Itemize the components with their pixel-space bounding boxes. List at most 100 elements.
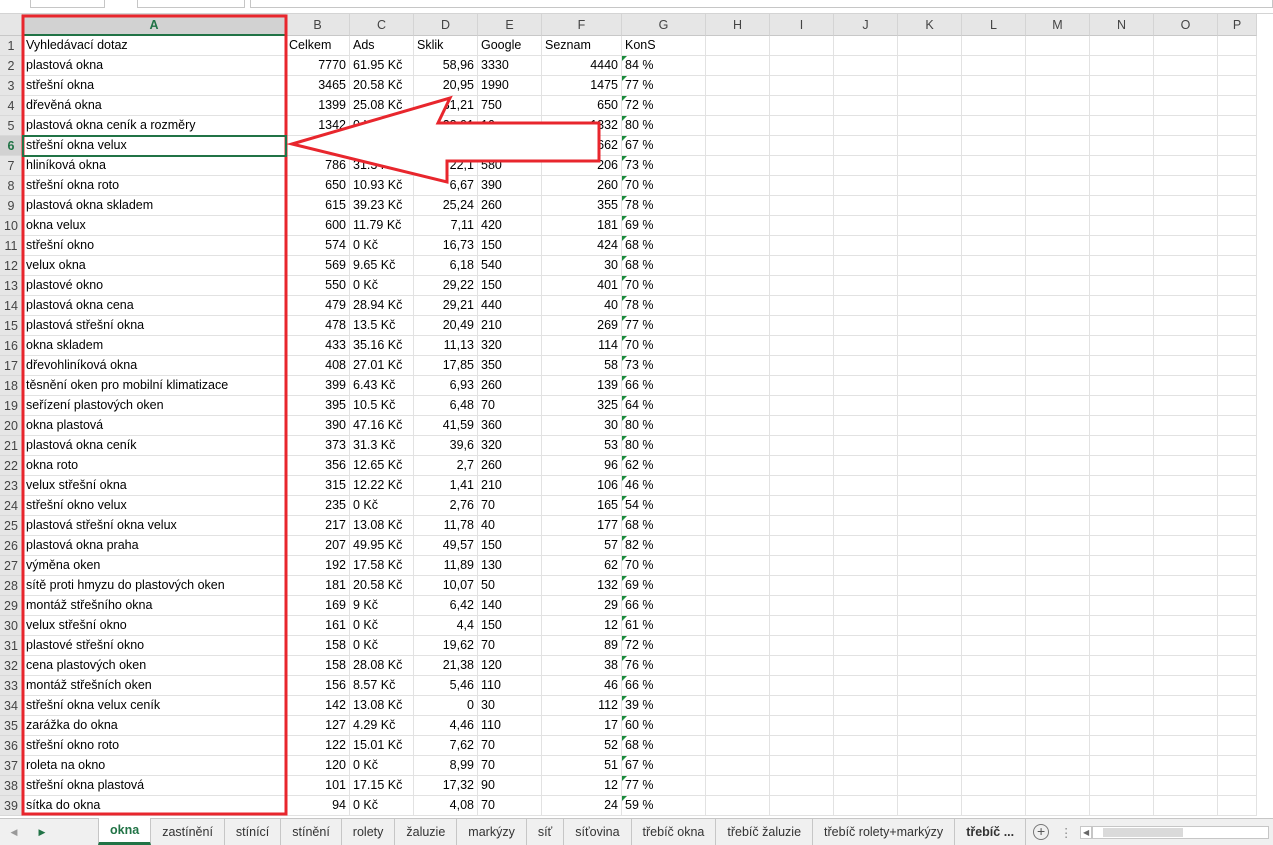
cell-l15[interactable]	[962, 316, 1026, 336]
cell-o12[interactable]	[1154, 256, 1218, 276]
cell-i22[interactable]	[770, 456, 834, 476]
row-header-14[interactable]: 14	[0, 296, 23, 316]
cell-e13[interactable]: 150	[478, 276, 542, 296]
row-header-19[interactable]: 19	[0, 396, 23, 416]
cell-d18[interactable]: 6,93	[414, 376, 478, 396]
cell-o14[interactable]	[1154, 296, 1218, 316]
row-header-29[interactable]: 29	[0, 596, 23, 616]
cell-a36[interactable]: střešní okno roto	[23, 736, 286, 756]
cell-o16[interactable]	[1154, 336, 1218, 356]
cell-p26[interactable]	[1218, 536, 1257, 556]
cell-g16[interactable]: 70 %	[622, 336, 706, 356]
cell-d19[interactable]: 6,48	[414, 396, 478, 416]
cell-m13[interactable]	[1026, 276, 1090, 296]
cell-o27[interactable]	[1154, 556, 1218, 576]
cell-a15[interactable]: plastová střešní okna	[23, 316, 286, 336]
cell-f15[interactable]: 269	[542, 316, 622, 336]
cell-p36[interactable]	[1218, 736, 1257, 756]
cell-a29[interactable]: montáž střešního okna	[23, 596, 286, 616]
row-header-2[interactable]: 2	[0, 56, 23, 76]
cell-c3[interactable]: 20.58 Kč	[350, 76, 414, 96]
cell-l9[interactable]	[962, 196, 1026, 216]
cell-i12[interactable]	[770, 256, 834, 276]
cell-n22[interactable]	[1090, 456, 1154, 476]
cell-f22[interactable]: 96	[542, 456, 622, 476]
row-header-25[interactable]: 25	[0, 516, 23, 536]
cell-k37[interactable]	[898, 756, 962, 776]
cell-d14[interactable]: 29,21	[414, 296, 478, 316]
cell-j1[interactable]	[834, 36, 898, 56]
cell-f23[interactable]: 106	[542, 476, 622, 496]
cell-b18[interactable]: 399	[286, 376, 350, 396]
cell-h16[interactable]	[706, 336, 770, 356]
cell-o23[interactable]	[1154, 476, 1218, 496]
cell-m16[interactable]	[1026, 336, 1090, 356]
cell-b1[interactable]: Celkem	[286, 36, 350, 56]
row-header-6[interactable]: 6	[0, 136, 23, 156]
cell-b25[interactable]: 217	[286, 516, 350, 536]
cell-area[interactable]: Vyhledávací dotaz Celkem Ads Sklik Google Sez…	[22, 36, 1257, 816]
cell-n33[interactable]	[1090, 676, 1154, 696]
cell-f36[interactable]: 52	[542, 736, 622, 756]
cell-o19[interactable]	[1154, 396, 1218, 416]
cell-m35[interactable]	[1026, 716, 1090, 736]
cell-g14[interactable]: 78 %	[622, 296, 706, 316]
cell-j7[interactable]	[834, 156, 898, 176]
formula-input[interactable]	[250, 0, 1273, 8]
next-sheet-button[interactable]: ▶	[28, 819, 56, 845]
cell-l14[interactable]	[962, 296, 1026, 316]
cell-c2[interactable]: 61.95 Kč	[350, 56, 414, 76]
cell-k1[interactable]	[898, 36, 962, 56]
cell-m18[interactable]	[1026, 376, 1090, 396]
cell-e16[interactable]: 320	[478, 336, 542, 356]
cell-g10[interactable]: 69 %	[622, 216, 706, 236]
cell-f7[interactable]: 206	[542, 156, 622, 176]
cell-n12[interactable]	[1090, 256, 1154, 276]
cell-c11[interactable]: 0 Kč	[350, 236, 414, 256]
cell-i20[interactable]	[770, 416, 834, 436]
cell-b10[interactable]: 600	[286, 216, 350, 236]
cell-p18[interactable]	[1218, 376, 1257, 396]
cell-a5[interactable]: plastová okna ceník a rozměry	[23, 116, 286, 136]
cell-j26[interactable]	[834, 536, 898, 556]
row-header-35[interactable]: 35	[0, 716, 23, 736]
cell-h39[interactable]	[706, 796, 770, 816]
cell-p25[interactable]	[1218, 516, 1257, 536]
row-header-34[interactable]: 34	[0, 696, 23, 716]
row-header-37[interactable]: 37	[0, 756, 23, 776]
cell-l13[interactable]	[962, 276, 1026, 296]
row-header-31[interactable]: 31	[0, 636, 23, 656]
cell-i10[interactable]	[770, 216, 834, 236]
cell-l39[interactable]	[962, 796, 1026, 816]
cell-g3[interactable]: 77 %	[622, 76, 706, 96]
cell-b23[interactable]: 315	[286, 476, 350, 496]
sheet-tab[interactable]: stínící	[225, 819, 282, 845]
row-header-30[interactable]: 30	[0, 616, 23, 636]
cell-l28[interactable]	[962, 576, 1026, 596]
cell-k27[interactable]	[898, 556, 962, 576]
cell-a30[interactable]: velux střešní okno	[23, 616, 286, 636]
cell-l24[interactable]	[962, 496, 1026, 516]
cell-h11[interactable]	[706, 236, 770, 256]
cell-k34[interactable]	[898, 696, 962, 716]
row-header-24[interactable]: 24	[0, 496, 23, 516]
cell-g37[interactable]: 67 %	[622, 756, 706, 776]
cell-d36[interactable]: 7,62	[414, 736, 478, 756]
cell-i7[interactable]	[770, 156, 834, 176]
cell-p3[interactable]	[1218, 76, 1257, 96]
cell-i36[interactable]	[770, 736, 834, 756]
cell-n28[interactable]	[1090, 576, 1154, 596]
cell-j31[interactable]	[834, 636, 898, 656]
cell-o13[interactable]	[1154, 276, 1218, 296]
horizontal-scrollbar[interactable]: ◀	[1076, 819, 1273, 845]
cell-p1[interactable]	[1218, 36, 1257, 56]
cell-j10[interactable]	[834, 216, 898, 236]
cell-d23[interactable]: 1,41	[414, 476, 478, 496]
row-header-16[interactable]: 16	[0, 336, 23, 356]
cell-m39[interactable]	[1026, 796, 1090, 816]
cell-g30[interactable]: 61 %	[622, 616, 706, 636]
cell-i8[interactable]	[770, 176, 834, 196]
sheet-tab[interactable]: třebíč žaluzie	[716, 819, 814, 845]
cell-o39[interactable]	[1154, 796, 1218, 816]
cell-k4[interactable]	[898, 96, 962, 116]
